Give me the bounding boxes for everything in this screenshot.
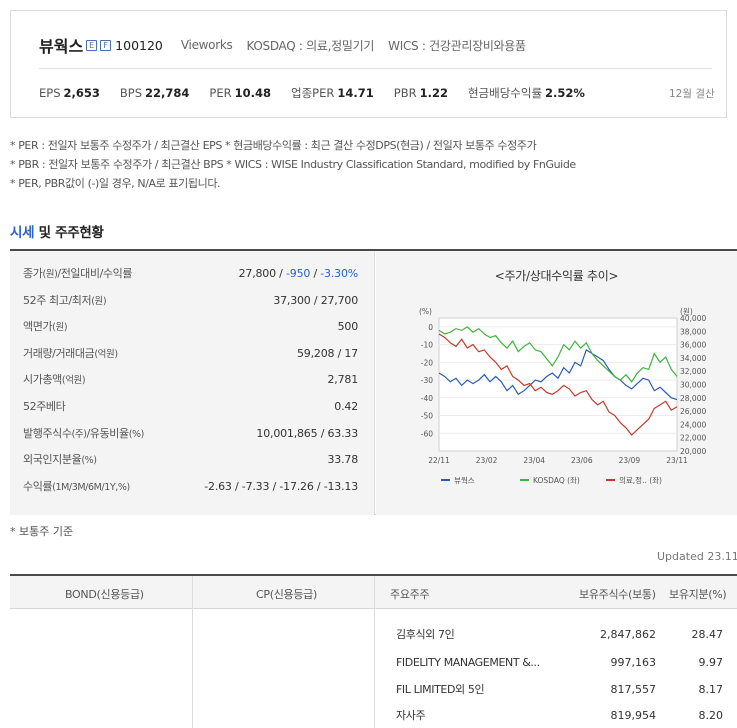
right-tick-label: 34,000: [680, 354, 706, 363]
definition-notes: * PER : 전일자 보통주 수정주가 / 최근결산 EPS * 현금배당수익…: [10, 136, 576, 193]
column-divider: [374, 576, 375, 728]
badge-f-icon[interactable]: F: [100, 39, 112, 51]
left-tick-label: -30: [421, 376, 433, 385]
metric-dividend-yield: 현금배당수익률 2.52%: [467, 86, 585, 100]
x-tick-label: 23/11: [666, 456, 688, 465]
legend-label: KOSDAQ (좌): [533, 476, 580, 485]
right-tick-label: 26,000: [680, 407, 706, 416]
price-chart-panel: <주가/상대수익률 추이> 0 -10 -20 -30 -40 -50 -60 (%) 40,0…: [376, 251, 737, 515]
x-tick-label: 22/11: [428, 456, 450, 465]
badge-e-icon[interactable]: E: [86, 39, 98, 51]
right-tick-label: 30,000: [680, 381, 706, 390]
section-title-rest: 및 주주현황: [34, 225, 104, 241]
company-eng-name: Vieworks: [180, 38, 233, 52]
header-shares-held: 보유주식수(보통): [579, 588, 656, 601]
settlement-month: 12월 결산: [669, 87, 715, 100]
metric-bps: BPS 22,784: [119, 86, 190, 100]
note-line: * PER : 전일자 보통주 수정주가 / 최근결산 EPS * 현금배당수익…: [10, 139, 537, 152]
close-price: 27,800: [238, 267, 276, 280]
note-line: * PBR : 전일자 보통주 수정주가 / 최근결산 BPS * WICS :…: [10, 158, 576, 171]
updated-date: Updated 23.11.22: [657, 550, 737, 563]
left-axis-unit: (%): [419, 307, 432, 316]
right-tick-label: 36,000: [680, 341, 706, 350]
shareholder-table: BOND(신용등급) CP(신용등급) 주요주주 보유주식수(보통) 보유지분(…: [10, 574, 737, 728]
market-info-table: 종가(원)/전일대비/수익률 27,800 / -950 / -3.30% 52…: [10, 251, 375, 515]
left-tick-label: -50: [421, 412, 433, 421]
row-52w-high-low: 52주 최고/최저(원) 37,300 / 27,700: [23, 293, 358, 307]
header-major-holder: 주요주주: [390, 588, 430, 601]
section-title: 시세 및 주주현황: [10, 221, 104, 241]
row-close-price: 종가(원)/전일대비/수익률 27,800 / -950 / -3.30%: [23, 267, 358, 280]
left-tick-label: -40: [421, 394, 433, 403]
price-change: -950: [286, 267, 311, 280]
header-bond: BOND(신용등급): [65, 588, 144, 601]
left-tick-label: -20: [421, 358, 433, 367]
chart-plot-area: [438, 317, 678, 452]
returns-values: -2.63 / -7.33 / -17.26 / -13.13: [204, 479, 358, 493]
right-tick-label: 28,000: [680, 394, 706, 403]
header-ownership-ratio: 보유지분(%): [669, 588, 727, 601]
left-tick-label: -10: [421, 341, 433, 350]
left-tick-label: -60: [421, 429, 433, 438]
column-divider: [192, 576, 193, 728]
row-returns: 수익률(1M/3M/6M/1Y,%) -2.63 / -7.33 / -17.2…: [10, 474, 375, 501]
x-tick-label: 23/04: [523, 456, 545, 465]
header-cp: CP(신용등급): [256, 588, 317, 601]
table-row: FIL LIMITED외 5인 817,557 8.17: [396, 683, 723, 696]
right-tick-label: 38,000: [680, 327, 706, 336]
price-relative-return-chart: 0-10-20-30-40-50-60(%)40,00038,00036,000…: [419, 307, 706, 485]
company-header: 뷰웍스 E F 100120 Vieworks KOSDAQ : 의료,정밀기기…: [10, 10, 727, 118]
row-foreign-ownership: 외국인지분율(%) 33.78: [23, 453, 358, 467]
table-row: 김후식외 7인 2,847,862 28.47: [396, 628, 723, 641]
right-axis-unit: (원): [680, 307, 693, 316]
row-face-value: 액면가(원) 500: [23, 320, 358, 334]
legend-label: 의료,정.. (좌): [619, 475, 662, 485]
metric-eps: EPS 2,653: [39, 86, 100, 100]
company-code: 100120: [115, 37, 163, 53]
table-row: 자사주 819,954 8.20: [396, 709, 723, 722]
row-shares-outstanding: 발행주식수(주)/유동비율(%) 10,001,865 / 63.33: [23, 426, 358, 440]
row-volume: 거래량/거래대금(억원) 59,208 / 17: [23, 346, 358, 360]
row-beta: 52주베타 0.42: [23, 400, 358, 413]
right-tick-label: 20,000: [680, 447, 706, 456]
metric-industry-per: 업종PER 14.71: [291, 86, 374, 100]
x-tick-label: 23/06: [571, 456, 593, 465]
right-tick-label: 32,000: [680, 367, 706, 376]
left-tick-label: 0: [428, 323, 433, 332]
x-tick-label: 23/02: [476, 456, 498, 465]
right-tick-label: 22,000: [680, 434, 706, 443]
table-row: FIDELITY MANAGEMENT &... 997,163 9.97: [396, 656, 723, 669]
legend-label: 뷰웍스: [454, 475, 475, 485]
note-line: * PER, PBR값이 (-)일 경우, N/A로 표기됩니다.: [10, 177, 221, 190]
metric-per: PER 10.48: [209, 86, 272, 100]
metrics-row: EPS 2,653 BPS 22,784 PER 10.48 업종PER 14.71 P…: [39, 85, 715, 101]
company-market: KOSDAQ : 의료,정밀기기: [246, 38, 375, 53]
metric-pbr: PBR 1.22: [393, 86, 448, 100]
company-title-row: 뷰웍스 E F 100120 Vieworks KOSDAQ : 의료,정밀기기…: [39, 33, 540, 57]
price-change-rate: -3.30%: [320, 267, 358, 280]
row-market-cap: 시가총액(억원) 2,781: [23, 373, 358, 387]
section-title-highlight: 시세: [10, 225, 35, 241]
common-stock-note: * 보통주 기준: [10, 525, 74, 538]
market-info-panel: 종가(원)/전일대비/수익률 27,800 / -950 / -3.30% 52…: [10, 249, 737, 515]
right-tick-label: 24,000: [680, 420, 706, 429]
x-tick-label: 23/09: [619, 456, 641, 465]
company-name: 뷰웍스: [39, 37, 84, 56]
header-divider: [39, 68, 712, 69]
company-wics: WICS : 건강관리장비와용품: [388, 38, 526, 53]
